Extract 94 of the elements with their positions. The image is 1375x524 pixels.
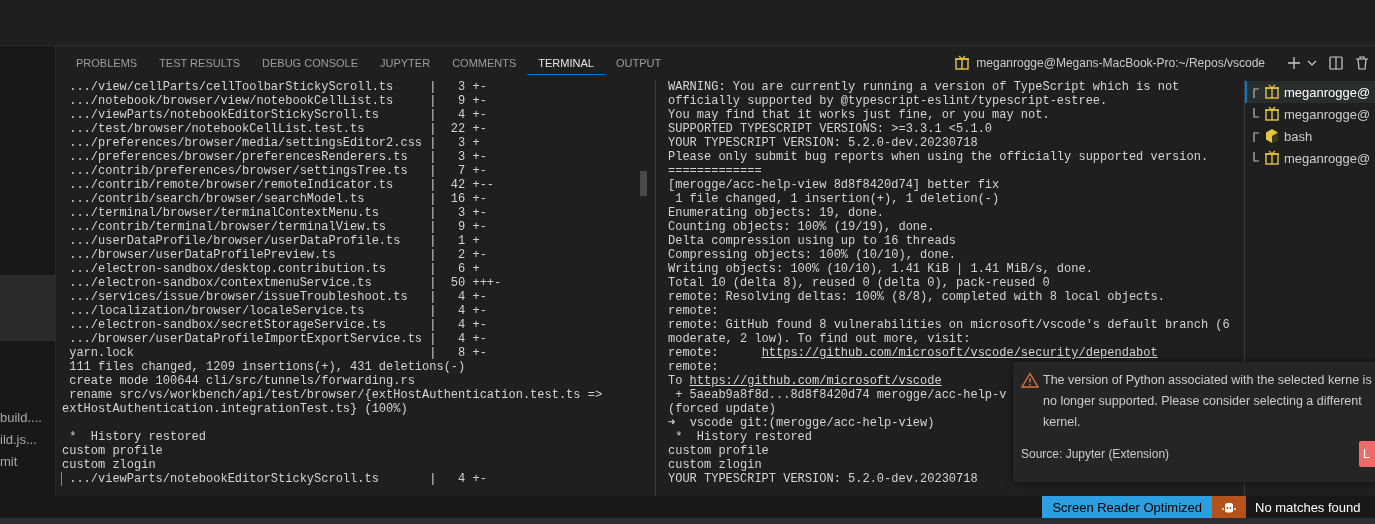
terminal-list-item[interactable]: bash	[1245, 125, 1375, 147]
sidebar-item[interactable]: build....	[0, 407, 55, 429]
terminal-line: Writing objects: 100% (10/10), 1.41 KiB | 1.41 MiB/s, done.	[668, 262, 1093, 276]
terminal-line: Compressing objects: 100% (10/10), done.	[668, 248, 957, 262]
terminal-list-item[interactable]: meganrogge@	[1245, 81, 1375, 103]
terminal-line: .../terminal/browser/terminalContextMenu.ts | 3 +-	[68, 206, 487, 220]
warning-icon	[1021, 372, 1039, 388]
screen-reader-status[interactable]: Screen Reader Optimized	[1042, 496, 1212, 518]
terminal-line: .../userDataProfile/browser/userDataProfile.ts | 1 +	[68, 234, 480, 248]
terminal-line: (forced update)	[668, 402, 777, 416]
terminal-line: custom profile	[62, 444, 163, 458]
terminal-list-item[interactable]: meganrogge@	[1245, 103, 1375, 125]
terminal-box-icon	[1264, 106, 1280, 122]
terminal-line: Delta compression using up to 16 threads	[668, 234, 957, 248]
copilot-status[interactable]	[1212, 496, 1246, 518]
tree-connector-icon	[1253, 86, 1260, 98]
sidebar-item[interactable]: mit	[0, 451, 55, 473]
terminal-line: .../notebook/browser/view/notebookCellList.ts | 9 +-	[68, 94, 487, 108]
trash-icon	[1355, 56, 1369, 70]
terminal-line: .../electron-sandbox/secretStorageService.ts | 4 +-	[68, 318, 487, 332]
terminal-box-icon	[1264, 84, 1280, 100]
terminal-line: remote: Resolving deltas: 100% (8/8), completed with 8 local objects.	[668, 290, 1165, 304]
terminal-line: .../view/cellParts/cellToolbarStickyScroll.ts | 3 +-	[68, 80, 487, 94]
terminal-line: rename src/vs/workbench/api/test/browser/{extHostAuthentication.test.ts =>	[68, 388, 603, 402]
terminal-line: * History restored	[68, 430, 207, 444]
terminal-line: remote:	[668, 360, 719, 374]
terminal-line: 1 file changed, 1 insertion(+), 1 deletion(-)	[674, 192, 1000, 206]
notification-message: The version of Python associated with the selected kerne is no longer supported. Please consider selecting a different kernel.	[1043, 372, 1373, 431]
notification-source: Source: Jupyter (Extension)	[1021, 447, 1170, 461]
panel-tab[interactable]: TERMINAL	[527, 50, 605, 76]
terminal-line: Counting objects: 100% (19/19), done.	[668, 220, 935, 234]
terminal-line: ➜ vscode git:(merogge/acc-help-view)	[668, 416, 935, 430]
terminal-line: =============	[668, 164, 762, 178]
terminal-line: custom profile	[668, 444, 769, 458]
tree-connector-icon	[1253, 152, 1260, 164]
panel-tab[interactable]: JUPYTER	[369, 46, 442, 80]
search-status: No matches found	[1254, 498, 1362, 517]
terminal-line: create mode 100644 cli/src/tunnels/forwarding.rs	[68, 374, 415, 388]
terminal-line: extHostAuthentication.integrationTest.ts} (100%)	[62, 402, 408, 416]
terminal-line: .../preferences/browser/media/settingsEditor2.css | 3 +	[68, 136, 480, 150]
terminal-line: .../viewParts/notebookEditorStickyScroll.ts | 4 +-	[68, 472, 487, 486]
terminal-line: SUPPORTED TYPESCRIPT VERSIONS: >=3.3.1 <5.1.0	[668, 122, 993, 136]
terminal-list-item[interactable]: meganrogge@	[1245, 147, 1375, 169]
terminal-line: .../preferences/browser/preferencesRenderers.ts | 3 +-	[68, 150, 487, 164]
tree-connector-icon	[1253, 130, 1260, 142]
terminal-line: .../services/issue/browser/issueTroubleshoot.ts | 4 +-	[68, 290, 487, 304]
terminal-line: custom zlogin	[62, 458, 156, 472]
panel-tab[interactable]: COMMENTS	[441, 46, 528, 80]
terminal-line: remote: GitHub found 8 vulnerabilities on microsoft/vscode's default branch (6	[668, 318, 1230, 332]
terminal-line: .../viewParts/notebookEditorStickyScroll.ts | 4 +-	[68, 108, 487, 122]
sidebar-item[interactable]: ild.js...	[0, 429, 55, 451]
panel-tab[interactable]: TEST RESULTS	[148, 46, 252, 80]
terminal-link[interactable]: https://github.com/microsoft/vscode/security/dependabot	[761, 346, 1158, 360]
terminal-line: 111 files changed, 1209 insertions(+), 431 deletions(-)	[68, 360, 466, 374]
panel-tab[interactable]: DEBUG CONSOLE	[251, 46, 369, 80]
panel-tab[interactable]: OUTPUT	[604, 46, 673, 80]
terminal-line: .../electron-sandbox/contextmenuService.ts | 50 +++-	[68, 276, 502, 290]
terminal-line: yarn.lock | 8 +-	[68, 346, 487, 360]
terminal-box-icon	[1264, 150, 1280, 166]
terminal-box-icon	[954, 55, 971, 71]
terminal-line: .../contrib/search/browser/searchModel.ts | 16 +-	[68, 192, 487, 206]
split-icon	[1329, 56, 1343, 70]
terminal-line: officially supported by @typescript-eslint/typescript-estree.	[668, 94, 1108, 108]
terminal-line: [merogge/acc-help-view 8d8f8420d74] better fix	[668, 178, 1000, 192]
terminal-link[interactable]: https://github.com/microsoft/vscode	[689, 374, 942, 388]
terminal-line: .../contrib/preferences/browser/settingsTree.ts | 7 +-	[68, 164, 487, 178]
robot-icon	[1222, 500, 1236, 514]
terminal-line: Enumerating objects: 19, done.	[668, 206, 885, 220]
terminal-title: meganrogge@Megans-MacBook-Pro:~/Repos/vscode	[976, 56, 1265, 70]
terminal-line: * History restored	[674, 430, 813, 444]
terminal-line: moderate, 2 low). To find out more, visit:	[668, 332, 971, 346]
terminal-line: .../contrib/remote/browser/remoteIndicator.ts | 42 +--	[68, 178, 495, 192]
terminal-line: .../browser/userDataProfilePreview.ts | 2 +-	[68, 248, 487, 262]
hexagon-icon	[1264, 128, 1280, 144]
plus-icon	[1287, 56, 1301, 70]
terminal-line: .../localization/browser/localeService.ts | 4 +-	[68, 304, 487, 318]
terminal-line: YOUR TYPESCRIPT VERSION: 5.2.0-dev.20230718	[668, 472, 978, 486]
terminal-line: YOUR TYPESCRIPT VERSION: 5.2.0-dev.20230718	[668, 136, 978, 150]
terminal-line: remote:	[668, 346, 720, 360]
terminal-line: To	[668, 374, 684, 388]
terminal-line: .../contrib/terminal/browser/terminalView.ts | 9 +-	[68, 220, 487, 234]
tree-connector-icon	[1253, 108, 1260, 120]
terminal-line: You may find that it works just fine, or you may not.	[668, 108, 1050, 122]
scrollbar-thumb[interactable]	[640, 171, 647, 196]
terminal-line: + 5aeab9a8f8d...8d8f8420d74 merogge/acc-help-v	[674, 388, 1007, 402]
terminal-line: Total 10 (delta 8), reused 0 (delta 0), pack-reused 0	[668, 276, 1050, 290]
panel-tab[interactable]: PROBLEMS	[65, 46, 149, 80]
terminal-line: .../test/browser/notebookCellList.test.ts | 22 +-	[68, 122, 487, 136]
terminal-line: Please only submit bug reports when using the officially supported version.	[668, 150, 1209, 164]
terminal-line: remote:	[668, 304, 719, 318]
terminal-line: .../browser/userDataProfileImportExportService.ts | 4 +-	[68, 332, 487, 346]
terminal-line: WARNING: You are currently running a version of TypeScript which is not	[668, 80, 1180, 94]
terminal-line: custom zlogin	[668, 458, 762, 472]
terminal-line: .../electron-sandbox/desktop.contribution.ts | 6 +	[68, 262, 480, 276]
